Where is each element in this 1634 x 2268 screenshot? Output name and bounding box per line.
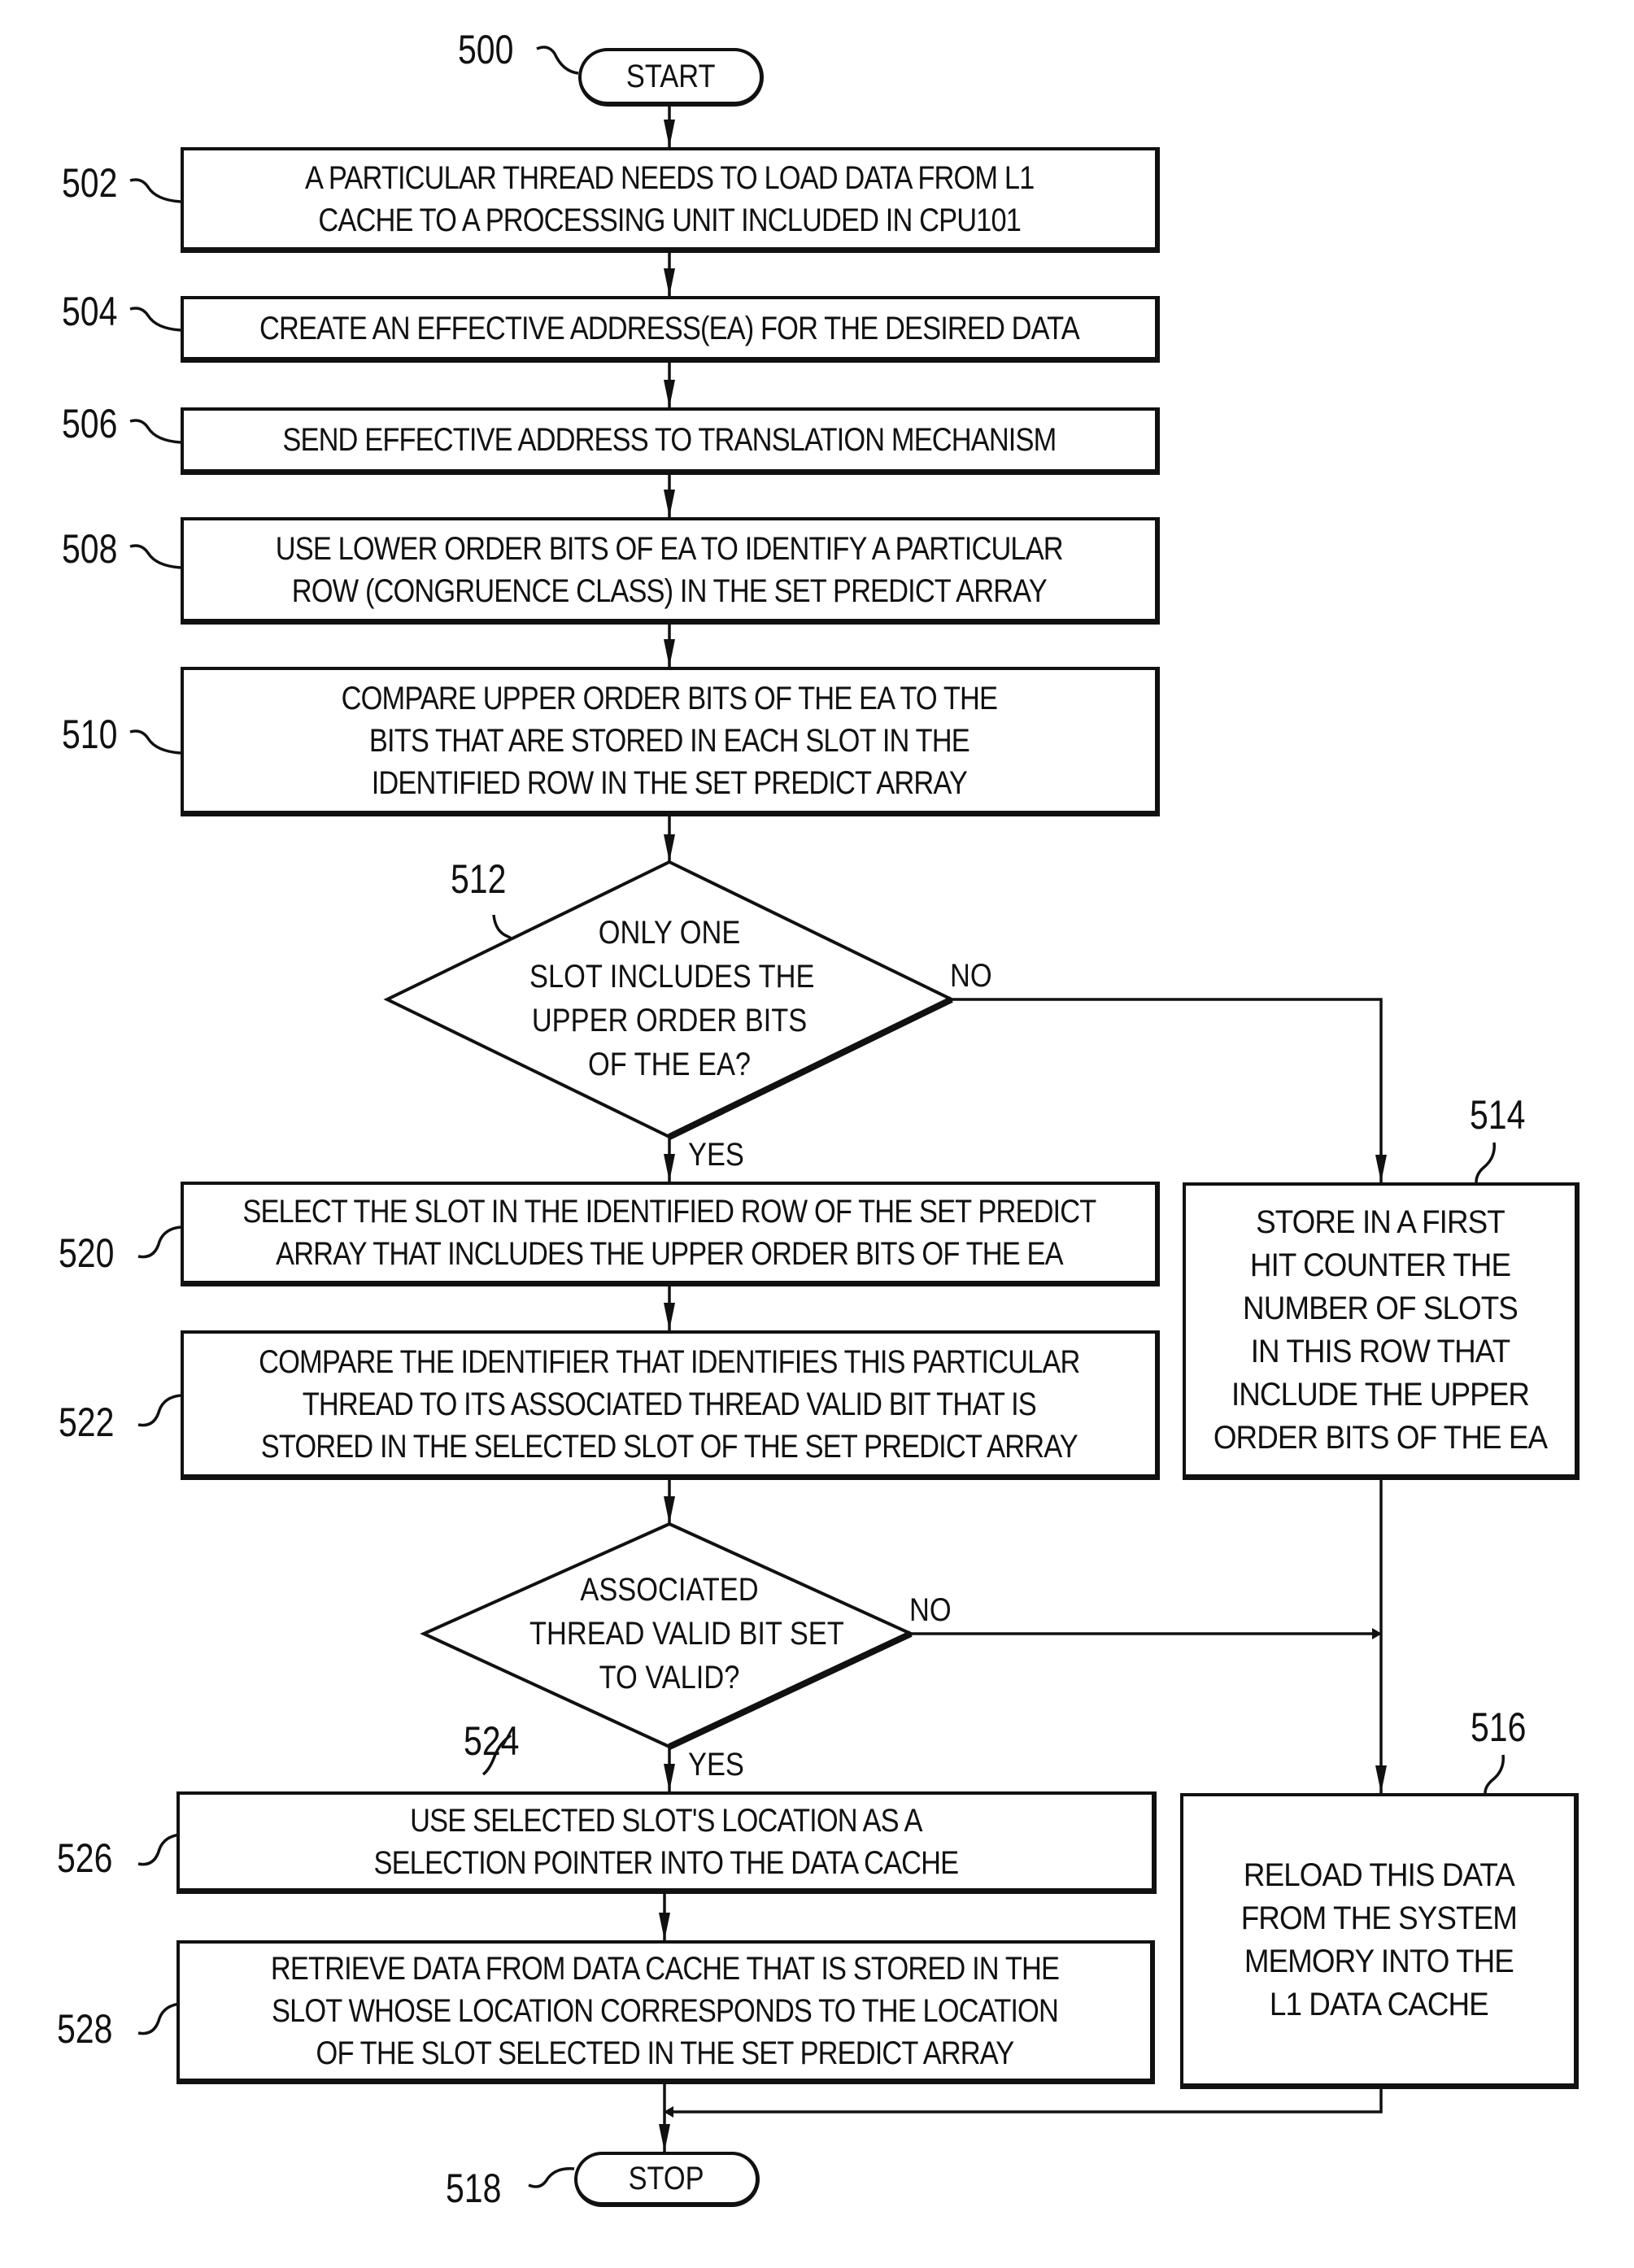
leader-500 bbox=[536, 46, 579, 75]
arrow-512-no-to-514 bbox=[952, 998, 1387, 1182]
ref-516: 516 bbox=[1471, 1704, 1527, 1750]
step-528: RETRIEVE DATA FROM DATA CACHE THAT IS ST… bbox=[176, 1940, 1155, 2084]
ref-526: 526 bbox=[57, 1835, 113, 1881]
leader-520 bbox=[137, 1225, 181, 1259]
leader-510 bbox=[129, 729, 181, 755]
decision-512-text: ONLY ONE SLOT INCLUDES THE UPPER ORDER B… bbox=[529, 915, 815, 1082]
arrow-516-to-stop bbox=[664, 2087, 1383, 2118]
ref-508: 508 bbox=[62, 526, 118, 572]
step-508: USE LOWER ORDER BITS OF EA TO IDENTIFY A… bbox=[181, 517, 1160, 625]
ref-504: 504 bbox=[62, 289, 118, 334]
leader-526 bbox=[137, 1833, 181, 1866]
step-522: COMPARE THE IDENTIFIER THAT IDENTIFIES T… bbox=[181, 1330, 1160, 1480]
ref-506: 506 bbox=[62, 401, 118, 446]
decision-512-no-label: NO bbox=[950, 958, 992, 994]
leader-522 bbox=[137, 1394, 181, 1427]
stop-terminal: STOP bbox=[574, 2152, 760, 2207]
step-520: SELECT THE SLOT IN THE IDENTIFIED ROW OF… bbox=[181, 1182, 1160, 1286]
leader-508 bbox=[129, 544, 181, 569]
step-504: CREATE AN EFFECTIVE ADDRESS(EA) FOR THE … bbox=[181, 296, 1160, 363]
leader-514 bbox=[1475, 1142, 1496, 1183]
ref-528: 528 bbox=[57, 2006, 113, 2052]
leader-506 bbox=[129, 419, 181, 444]
step-516: RELOAD THIS DATA FROM THE SYSTEM MEMORY IN… bbox=[1180, 1793, 1579, 2089]
step-510: COMPARE UPPER ORDER BITS OF THE EA TO TH… bbox=[181, 667, 1160, 816]
step-506: SEND EFFECTIVE ADDRESS TO TRANSLATION ME… bbox=[181, 407, 1160, 475]
ref-522: 522 bbox=[59, 1400, 115, 1445]
decision-512-yes-label: YES bbox=[688, 1137, 744, 1173]
step-526: USE SELECTED SLOT'S LOCATION AS A SELECTI… bbox=[176, 1791, 1157, 1894]
ref-500: 500 bbox=[458, 27, 514, 72]
decision-524-no-label: NO bbox=[909, 1592, 952, 1628]
decision-524-text: ASSOCIATED THREAD VALID BIT SET TO VALID… bbox=[529, 1572, 844, 1696]
leader-504 bbox=[129, 307, 181, 332]
leader-518 bbox=[528, 2167, 575, 2188]
ref-518: 518 bbox=[446, 2166, 502, 2211]
leader-516 bbox=[1484, 1754, 1505, 1794]
ref-502: 502 bbox=[62, 160, 118, 206]
start-terminal: START bbox=[578, 48, 764, 107]
step-502: A PARTICULAR THREAD NEEDS TO LOAD DATA F… bbox=[181, 147, 1160, 253]
step-514: STORE IN A FIRST HIT COUNTER THE NUMBER OF… bbox=[1183, 1182, 1580, 1480]
ref-520: 520 bbox=[59, 1230, 115, 1276]
ref-524: 524 bbox=[464, 1718, 520, 1764]
start-label: START bbox=[625, 58, 716, 94]
ref-510: 510 bbox=[62, 712, 118, 757]
decision-524-yes-label: YES bbox=[688, 1747, 744, 1783]
leader-528 bbox=[137, 2002, 181, 2035]
ref-514: 514 bbox=[1470, 1092, 1526, 1138]
leader-502 bbox=[129, 178, 181, 203]
ref-512: 512 bbox=[451, 856, 507, 902]
stop-label: STOP bbox=[628, 2160, 705, 2196]
